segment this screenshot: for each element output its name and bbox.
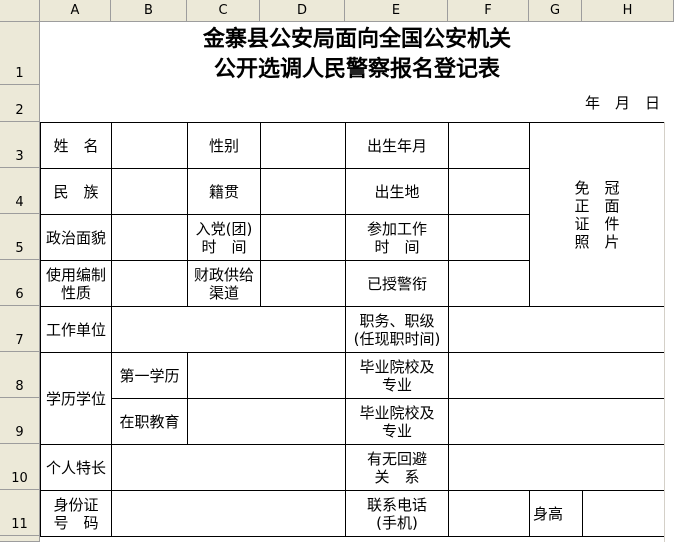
- position-line1: 职务、职级: [359, 311, 435, 330]
- first-education-input[interactable]: [187, 352, 346, 399]
- row-header-5[interactable]: 5: [0, 214, 40, 260]
- school1-line2: 专业: [381, 375, 412, 394]
- avoidance-line1: 有无回避: [366, 449, 427, 468]
- column-header-c[interactable]: C: [187, 0, 260, 22]
- ethnicity-label[interactable]: 民 族: [40, 168, 112, 215]
- finance-line1: 财政供给: [193, 265, 254, 284]
- row-header-6[interactable]: 6: [0, 260, 40, 306]
- specialty-label[interactable]: 个人特长: [40, 444, 112, 491]
- finance-label[interactable]: 财政供给 渠道: [187, 260, 261, 307]
- phone-label[interactable]: 联系电话 (手机): [345, 490, 449, 537]
- idcard-input[interactable]: [111, 490, 346, 537]
- select-all-corner[interactable]: [0, 0, 40, 22]
- idcard-line2: 号 码: [53, 513, 99, 532]
- name-label[interactable]: 姓 名: [40, 122, 112, 169]
- political-label[interactable]: 政治面貌: [40, 214, 112, 261]
- party-time-line2: 时 间: [201, 237, 247, 256]
- rank-input[interactable]: [448, 260, 530, 307]
- school2-line2: 专业: [381, 421, 412, 440]
- school2-line1: 毕业院校及: [359, 403, 435, 422]
- work-start-line1: 参加工作: [366, 219, 427, 238]
- work-start-label[interactable]: 参加工作 时 间: [345, 214, 449, 261]
- staffing-input[interactable]: [111, 260, 188, 307]
- column-header-b[interactable]: B: [111, 0, 187, 22]
- column-header-e[interactable]: E: [345, 0, 448, 22]
- photo-text-3: 证 件: [574, 214, 620, 233]
- idcard-line1: 身份证: [53, 495, 99, 514]
- school1-line1: 毕业院校及: [359, 357, 435, 376]
- column-header-a[interactable]: A: [40, 0, 111, 22]
- form-title[interactable]: 金寨县公安局面向全国公安机关 公开选调人民警察报名登记表: [40, 22, 674, 85]
- party-time-label[interactable]: 入党(团) 时 间: [187, 214, 261, 261]
- column-header-g[interactable]: G: [529, 0, 582, 22]
- employer-input[interactable]: [111, 306, 346, 353]
- native-place-label[interactable]: 籍贯: [187, 168, 261, 215]
- height-input[interactable]: [582, 490, 665, 537]
- position-line2: (任现职时间): [353, 329, 441, 348]
- inservice-education-input[interactable]: [187, 398, 346, 445]
- row-header-8[interactable]: 8: [0, 352, 40, 398]
- column-header-f[interactable]: F: [448, 0, 529, 22]
- political-input[interactable]: [111, 214, 188, 261]
- row-header-9[interactable]: 9: [0, 398, 40, 444]
- photo-text-1: 免 冠: [574, 178, 620, 197]
- native-place-input[interactable]: [260, 168, 346, 215]
- birthplace-input[interactable]: [448, 168, 530, 215]
- phone-input[interactable]: [448, 490, 530, 537]
- inservice-education-label[interactable]: 在职教育: [111, 398, 188, 445]
- avoidance-line2: 关 系: [374, 467, 420, 486]
- row-header-2[interactable]: 2: [0, 85, 40, 122]
- phone-line2: (手机): [376, 513, 418, 532]
- column-header-d[interactable]: D: [260, 0, 345, 22]
- photo-text-2: 正 面: [574, 196, 620, 215]
- row-header-3[interactable]: 3: [0, 122, 40, 168]
- birth-input[interactable]: [448, 122, 530, 169]
- name-input[interactable]: [111, 122, 188, 169]
- gender-input[interactable]: [260, 122, 346, 169]
- row-header-4[interactable]: 4: [0, 168, 40, 214]
- form-title-line1: 金寨县公安局面向全国公安机关: [202, 27, 511, 52]
- form-title-line2: 公开选调人民警察报名登记表: [213, 57, 500, 82]
- finance-input[interactable]: [260, 260, 346, 307]
- finance-line2: 渠道: [208, 283, 239, 302]
- idcard-label[interactable]: 身份证 号 码: [40, 490, 112, 537]
- row-header-1[interactable]: 1: [0, 22, 40, 85]
- rank-label[interactable]: 已授警衔: [345, 260, 449, 307]
- sheet-grid-edge: [664, 122, 674, 542]
- phone-line1: 联系电话: [366, 495, 427, 514]
- school1-input[interactable]: [448, 352, 665, 399]
- row-header-12[interactable]: [0, 536, 40, 542]
- specialty-input[interactable]: [111, 444, 346, 491]
- avoidance-label[interactable]: 有无回避 关 系: [345, 444, 449, 491]
- avoidance-input[interactable]: [448, 444, 665, 491]
- birth-label[interactable]: 出生年月: [345, 122, 449, 169]
- work-start-input[interactable]: [448, 214, 530, 261]
- school1-label[interactable]: 毕业院校及 专业: [345, 352, 449, 399]
- date-cell[interactable]: 年 月 日: [40, 85, 674, 122]
- row-header-11[interactable]: 11: [0, 490, 40, 536]
- first-education-label[interactable]: 第一学历: [111, 352, 188, 399]
- position-label[interactable]: 职务、职级 (任现职时间): [345, 306, 449, 353]
- gender-label[interactable]: 性别: [187, 122, 261, 169]
- ethnicity-input[interactable]: [111, 168, 188, 215]
- photo-box[interactable]: 免 冠 正 面 证 件 照 片: [529, 122, 665, 307]
- staffing-label[interactable]: 使用编制 性质: [40, 260, 112, 307]
- school2-label[interactable]: 毕业院校及 专业: [345, 398, 449, 445]
- birthplace-label[interactable]: 出生地: [345, 168, 449, 215]
- row-header-10[interactable]: 10: [0, 444, 40, 490]
- party-time-line1: 入党(团): [195, 219, 253, 238]
- column-header-h[interactable]: H: [582, 0, 674, 22]
- position-input[interactable]: [448, 306, 665, 353]
- photo-text-4: 照 片: [574, 232, 620, 251]
- row-header-7[interactable]: 7: [0, 306, 40, 352]
- staffing-line1: 使用编制: [45, 265, 106, 284]
- staffing-line2: 性质: [60, 283, 91, 302]
- party-time-input[interactable]: [260, 214, 346, 261]
- education-label[interactable]: 学历学位: [40, 352, 112, 445]
- school2-input[interactable]: [448, 398, 665, 445]
- height-label[interactable]: 身高: [529, 490, 583, 537]
- work-start-line2: 时 间: [374, 237, 420, 256]
- employer-label[interactable]: 工作单位: [40, 306, 112, 353]
